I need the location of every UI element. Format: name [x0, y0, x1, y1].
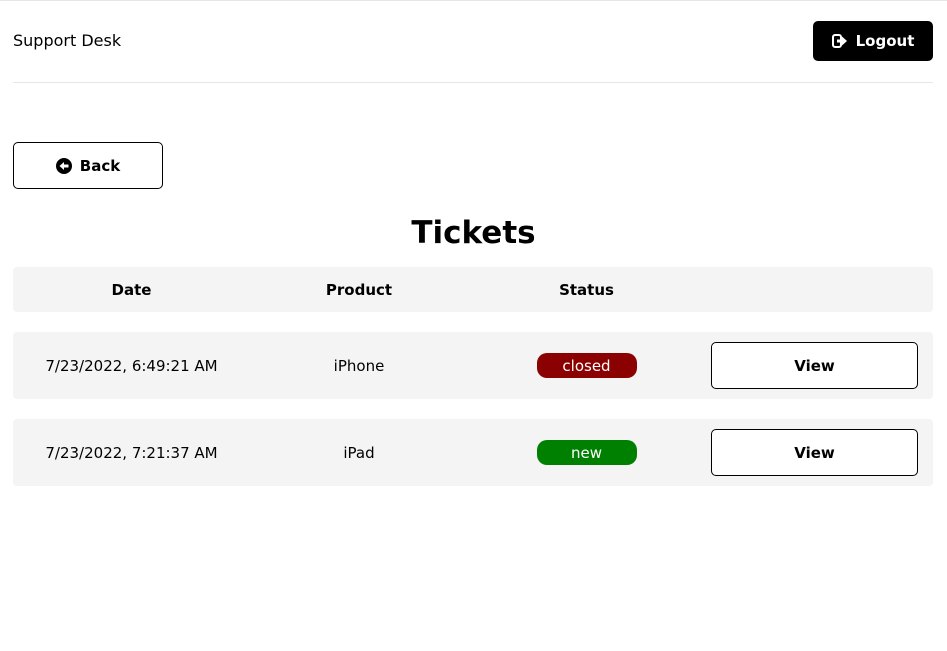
ticket-row: 7/23/2022, 7:21:37 AM iPad new View	[13, 419, 933, 486]
ticket-table-header: Date Product Status	[13, 267, 933, 312]
ticket-product: iPhone	[333, 356, 385, 375]
arrow-circle-left-icon	[55, 157, 72, 174]
page: Support Desk Logout Back Tickets Date Pr…	[0, 0, 947, 651]
ticket-date: 7/23/2022, 6:49:21 AM	[45, 356, 218, 375]
status-badge: new	[536, 440, 637, 465]
page-title: Tickets	[411, 215, 536, 251]
sign-out-icon	[831, 34, 848, 48]
column-header-date: Date	[111, 280, 152, 299]
ticket-product: iPad	[343, 443, 375, 462]
header: Support Desk Logout	[13, 1, 933, 83]
back-button[interactable]: Back	[13, 142, 163, 189]
view-ticket-button[interactable]: View	[711, 429, 918, 476]
column-header-product: Product	[325, 280, 393, 299]
view-ticket-button[interactable]: View	[711, 342, 918, 389]
logo-link[interactable]: Support Desk	[13, 30, 121, 52]
ticket-date: 7/23/2022, 7:21:37 AM	[45, 443, 218, 462]
logout-button[interactable]: Logout	[813, 21, 933, 61]
logout-label: Logout	[855, 32, 915, 50]
column-header-status: Status	[559, 280, 614, 299]
status-badge: closed	[536, 353, 637, 378]
back-label: Back	[79, 156, 121, 175]
ticket-row: 7/23/2022, 6:49:21 AM iPhone closed View	[13, 332, 933, 399]
